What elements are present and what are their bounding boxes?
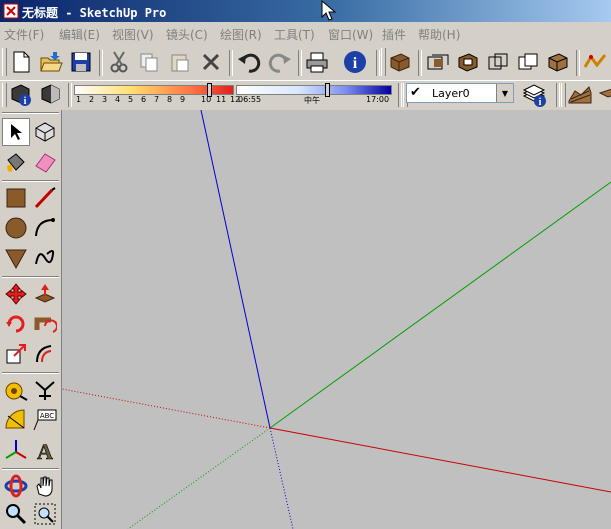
svg-text:i: i: [353, 55, 358, 72]
zoom-window-icon[interactable]: [31, 500, 59, 528]
model-info-icon[interactable]: i: [341, 48, 369, 76]
zoom-icon[interactable]: [2, 500, 30, 528]
3d-text-icon[interactable]: A: [31, 436, 59, 464]
red-axis-positive: [269, 427, 611, 493]
svg-text:ABC: ABC: [40, 412, 54, 420]
rectangle-icon[interactable]: [2, 184, 30, 212]
open-folder-icon[interactable]: [37, 48, 65, 76]
time-start-label: 06:55: [238, 95, 262, 104]
shaded-icon[interactable]: [544, 48, 572, 76]
svg-text:A: A: [37, 439, 53, 462]
green-axis-negative: [127, 427, 271, 529]
blue-axis-negative: [269, 427, 294, 529]
rotate-icon[interactable]: [2, 310, 30, 338]
wireframe-icon[interactable]: [484, 48, 512, 76]
new-file-icon[interactable]: [7, 48, 35, 76]
layer-manager-icon[interactable]: i: [520, 81, 548, 109]
arc-icon[interactable]: [31, 214, 59, 242]
move-icon[interactable]: [2, 280, 30, 308]
menu-draw[interactable]: 绘图(R): [220, 26, 262, 43]
month-tick: 3: [102, 95, 108, 104]
layer-name: Layer0: [432, 87, 470, 100]
section-plane-icon[interactable]: [424, 48, 452, 76]
section-view-icon[interactable]: [454, 48, 482, 76]
standard-toolbar: i: [0, 44, 611, 80]
dimension-icon[interactable]: [31, 376, 59, 404]
shadow-settings-icon[interactable]: i: [7, 81, 35, 109]
menu-bar: 文件(F) 编辑(E) 视图(V) 镜头(C) 绘图(R) 工具(T) 窗口(W…: [0, 22, 611, 44]
menu-help[interactable]: 帮助(H): [418, 26, 460, 43]
select-icon[interactable]: [2, 118, 30, 146]
month-tick: 8: [167, 95, 173, 104]
paint-bucket-icon[interactable]: [2, 148, 30, 176]
month-tick: 6: [141, 95, 147, 104]
follow-me-icon[interactable]: [31, 310, 59, 338]
menu-file[interactable]: 文件(F): [4, 26, 44, 43]
menu-view[interactable]: 视图(V): [112, 26, 154, 43]
sketchup-app-icon[interactable]: [3, 3, 19, 19]
axes-icon[interactable]: [2, 436, 30, 464]
save-icon[interactable]: [67, 48, 95, 76]
layer-select[interactable]: ✔ Layer0 ▼: [406, 83, 514, 103]
time-noon-label: 中午: [304, 96, 320, 105]
tape-measure-icon[interactable]: [2, 376, 30, 404]
menu-edit[interactable]: 编辑(E): [59, 26, 100, 43]
polygon-icon[interactable]: [2, 244, 30, 272]
shadow-toolbar: i 1 2 3 4 5 6 7 8 9 10 11 12 06:55 中午 17…: [0, 80, 611, 110]
freehand-icon[interactable]: [31, 244, 59, 272]
offset-icon[interactable]: [31, 340, 59, 368]
svg-text:i: i: [24, 96, 27, 107]
month-tick: 2: [89, 95, 95, 104]
drawing-viewport[interactable]: [62, 110, 611, 529]
text-icon[interactable]: ABC: [31, 406, 59, 434]
eraser-icon[interactable]: [31, 148, 59, 176]
svg-text:i: i: [539, 97, 542, 108]
redo-icon[interactable]: [266, 48, 294, 76]
title-bar[interactable]: 无标题 - SketchUp Pro: [0, 0, 611, 22]
large-tool-set-toolbar: ABC A: [0, 110, 62, 529]
undo-icon[interactable]: [235, 48, 263, 76]
time-slider[interactable]: [236, 85, 392, 95]
month-tick: 9: [180, 95, 186, 104]
menu-camera[interactable]: 镜头(C): [166, 26, 208, 43]
scale-icon[interactable]: [2, 340, 30, 368]
paste-icon[interactable]: [166, 48, 194, 76]
blue-axis-positive: [200, 110, 271, 429]
hidden-line-icon[interactable]: [514, 48, 542, 76]
menu-window[interactable]: 窗口(W): [328, 26, 373, 43]
axes-canvas: [62, 110, 611, 529]
push-pull-icon[interactable]: [31, 280, 59, 308]
month-tick: 1: [76, 95, 82, 104]
checkmark-icon: ✔: [410, 85, 421, 100]
protractor-icon[interactable]: [2, 406, 30, 434]
line-icon[interactable]: [31, 184, 59, 212]
copy-icon[interactable]: [135, 48, 163, 76]
circle-icon[interactable]: [2, 214, 30, 242]
cut-icon[interactable]: [105, 48, 133, 76]
chevron-down-icon[interactable]: ▼: [496, 84, 513, 102]
make-component-icon[interactable]: [31, 118, 59, 146]
component-icon[interactable]: [386, 48, 414, 76]
month-tick: 7: [154, 95, 160, 104]
time-end-label: 17:00: [366, 95, 390, 104]
window-title: 无标题 - SketchUp Pro: [22, 6, 167, 20]
print-icon[interactable]: [303, 48, 331, 76]
menu-plugins[interactable]: 插件: [382, 26, 406, 43]
month-tick: 5: [128, 95, 134, 104]
sandbox-icon[interactable]: [581, 48, 609, 76]
erase-icon[interactable]: [197, 48, 225, 76]
pan-icon[interactable]: [31, 472, 59, 500]
red-axis-negative: [62, 388, 271, 429]
month-tick: 10: [201, 95, 212, 104]
green-axis-positive: [269, 181, 611, 429]
orbit-icon[interactable]: [2, 472, 30, 500]
shadow-toggle-icon[interactable]: [37, 81, 65, 109]
time-slider-thumb[interactable]: [325, 83, 330, 97]
terrain-icon[interactable]: [566, 81, 594, 109]
month-tick: 11: [216, 95, 227, 104]
terrain-stamp-icon[interactable]: [596, 81, 611, 109]
menu-tools[interactable]: 工具(T): [274, 26, 315, 43]
month-tick: 4: [115, 95, 121, 104]
